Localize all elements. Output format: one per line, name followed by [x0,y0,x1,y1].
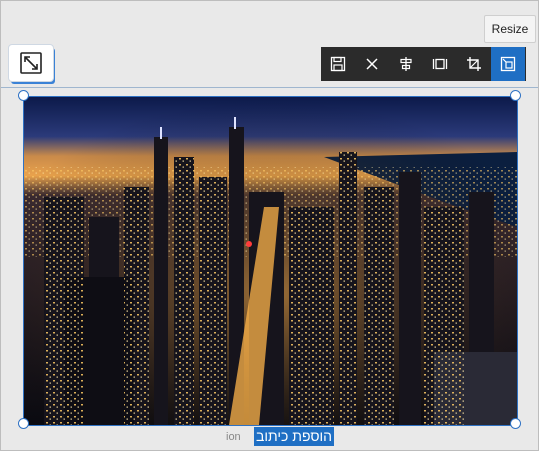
resize-diagonal-icon [20,52,42,74]
caption-input[interactable]: הוספת כיתוב [254,427,335,446]
resize-button[interactable] [491,47,525,81]
image-toolbar [321,47,526,81]
city-image[interactable] [23,96,518,426]
crop-button[interactable] [457,47,491,81]
close-icon [366,58,378,70]
caption-placeholder: ion [226,431,241,443]
save-icon [330,56,346,72]
close-button[interactable] [355,47,389,81]
align-center-button[interactable] [389,47,423,81]
resize-mode-button[interactable] [9,45,53,81]
resize-handle-top-right[interactable] [510,90,521,101]
editor-frame: Resize ion הוספת כיתוב [0,0,539,451]
resize-icon [500,56,516,72]
divider [1,87,538,88]
align-center-icon [400,57,412,71]
fit-width-icon [432,58,448,70]
resize-tooltip: Resize [484,15,536,43]
save-button[interactable] [321,47,355,81]
crop-icon [467,57,481,71]
resize-handle-top-left[interactable] [18,90,29,101]
caption-row: ion הוספת כיתוב [1,426,538,446]
fit-width-button[interactable] [423,47,457,81]
city-skyline-image [24,97,517,425]
